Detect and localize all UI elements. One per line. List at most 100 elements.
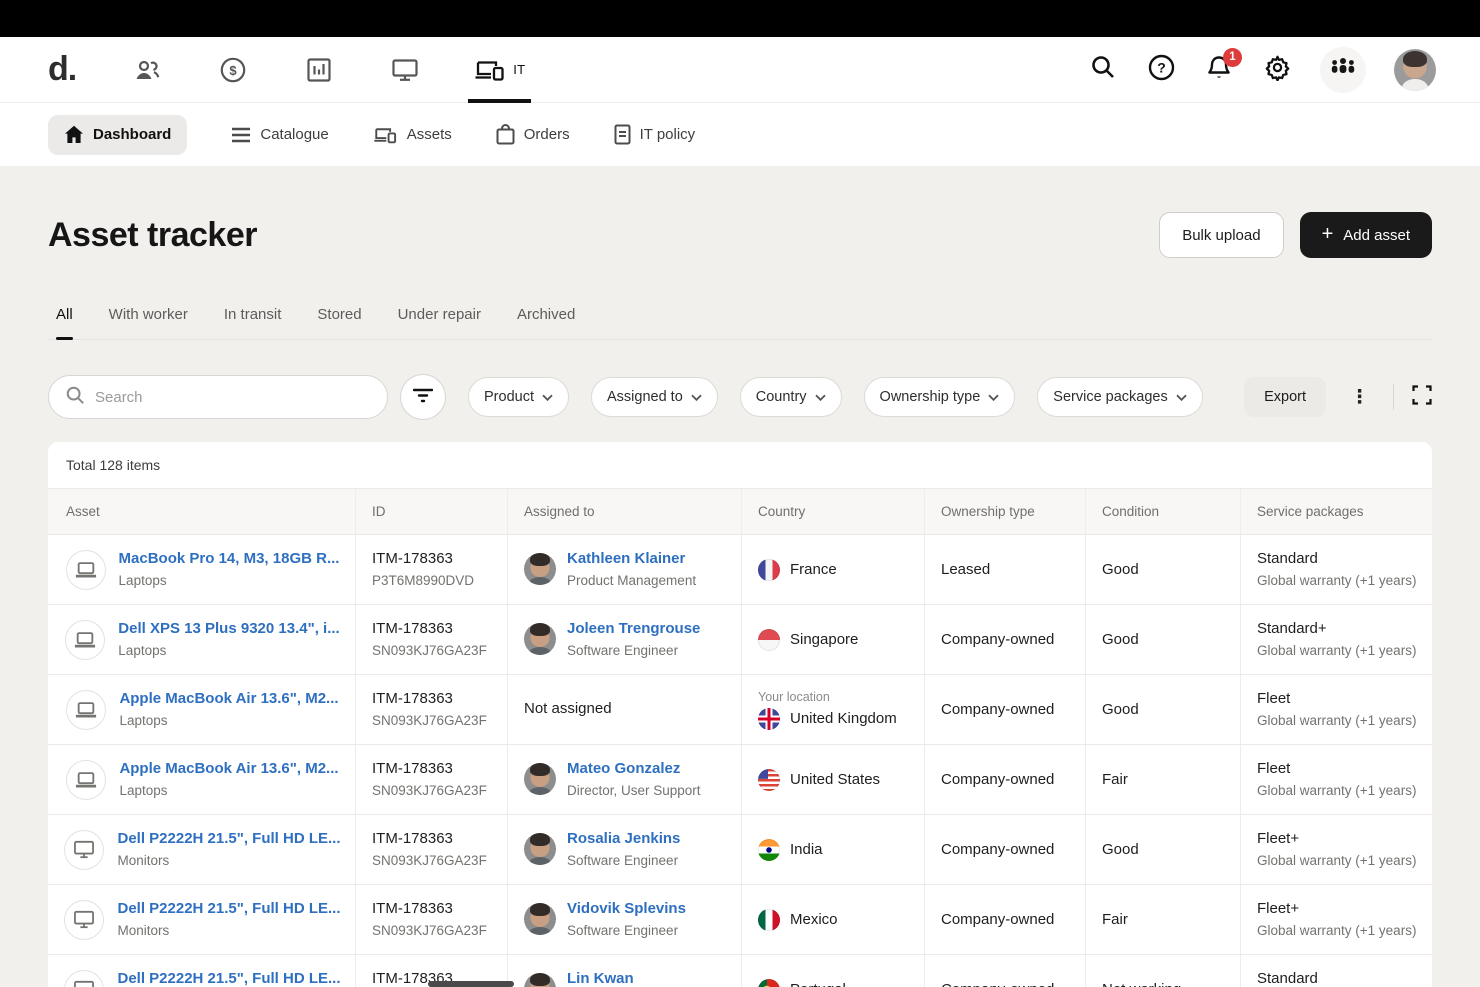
svg-text:$: $ [230, 63, 238, 78]
more-options-icon[interactable]: ⋮ [1344, 384, 1375, 411]
asset-link[interactable]: Dell XPS 13 Plus 9320 13.4", i... [118, 619, 339, 639]
table-row[interactable]: Dell XPS 13 Plus 9320 13.4", i... Laptop… [48, 605, 1432, 675]
nav-monitor[interactable] [382, 37, 428, 102]
chevron-down-icon [815, 389, 826, 405]
page-title: Asset tracker [48, 216, 257, 255]
asset-serial: SN093KJ76GA23F [372, 712, 491, 730]
col-service-packages[interactable]: Service packages [1240, 489, 1432, 534]
nav-it[interactable]: IT [468, 37, 531, 102]
table-row[interactable]: Apple MacBook Air 13.6", M2... Laptops I… [48, 745, 1432, 815]
add-asset-button[interactable]: + Add asset [1300, 212, 1432, 258]
assignee-link[interactable]: Kathleen Klainer [567, 549, 696, 569]
filter-service-packages[interactable]: Service packages [1037, 377, 1202, 417]
col-condition[interactable]: Condition [1085, 489, 1240, 534]
assignee-link[interactable]: Rosalia Jenkins [567, 829, 680, 849]
assignee-link[interactable]: Lin Kwan [567, 969, 669, 987]
not-assigned-label: Not assigned [524, 699, 725, 719]
col-asset[interactable]: Asset [48, 489, 355, 534]
assignee-link[interactable]: Joleen Trengrouse [567, 619, 700, 639]
tab-under-repair[interactable]: Under repair [398, 298, 481, 339]
asset-type-icon [66, 690, 106, 730]
table-row[interactable]: MacBook Pro 14, M3, 18GB R... Laptops IT… [48, 535, 1432, 605]
devices-icon [373, 125, 398, 145]
deel-logo[interactable]: d. [48, 50, 84, 89]
asset-link[interactable]: Dell P2222H 21.5", Full HD LE... [117, 969, 340, 987]
ownership-type: Leased [924, 535, 1085, 604]
asset-link[interactable]: Dell P2222H 21.5", Full HD LE... [117, 829, 340, 849]
filter-assigned-to-label: Assigned to [607, 389, 683, 405]
people-icon [133, 58, 161, 82]
condition: Fair [1085, 885, 1240, 954]
table-row[interactable]: Dell P2222H 21.5", Full HD LE... Monitor… [48, 955, 1432, 987]
table-row[interactable]: Dell P2222H 21.5", Full HD LE... Monitor… [48, 815, 1432, 885]
team-button[interactable] [1320, 47, 1366, 93]
condition: Good [1085, 675, 1240, 744]
filter-assigned-to[interactable]: Assigned to [591, 377, 718, 417]
col-country[interactable]: Country [741, 489, 924, 534]
svg-text:?: ? [1157, 59, 1166, 75]
subnav-catalogue[interactable]: Catalogue [231, 126, 328, 143]
notifications-button[interactable]: 1 [1204, 55, 1234, 85]
tab-stored[interactable]: Stored [317, 298, 361, 339]
help-button[interactable]: ? [1146, 55, 1176, 85]
bulk-upload-button[interactable]: Bulk upload [1159, 212, 1283, 258]
asset-category: Monitors [117, 852, 340, 870]
assignee-link[interactable]: Vidovik Splevins [567, 899, 686, 919]
monitor-icon [391, 57, 419, 83]
col-assigned-to[interactable]: Assigned to [507, 489, 741, 534]
menu-icon [231, 127, 251, 143]
asset-link[interactable]: Apple MacBook Air 13.6", M2... [119, 689, 338, 709]
asset-serial: SN093KJ76GA23F [372, 782, 491, 800]
tab-in-transit[interactable]: In transit [224, 298, 282, 339]
profile-avatar[interactable] [1394, 49, 1436, 91]
service-detail: Global warranty (+1 years) [1257, 922, 1429, 940]
it-label: IT [513, 62, 525, 77]
fullscreen-icon[interactable] [1412, 385, 1432, 410]
export-button[interactable]: Export [1244, 377, 1326, 417]
filter-button[interactable] [400, 374, 446, 420]
document-icon [614, 124, 631, 145]
filter-ownership-type[interactable]: Ownership type [864, 377, 1016, 417]
asset-link[interactable]: Dell P2222H 21.5", Full HD LE... [117, 899, 340, 919]
nav-payments[interactable]: $ [210, 37, 256, 102]
service-tier: Fleet [1257, 759, 1429, 779]
asset-serial: P3T6M8990DVD [372, 572, 491, 590]
nav-analytics[interactable] [296, 37, 342, 102]
tab-archived[interactable]: Archived [517, 298, 575, 339]
table-header: Asset ID Assigned to Country Ownership t… [48, 489, 1432, 535]
filter-country[interactable]: Country [740, 377, 842, 417]
asset-serial: SN093KJ76GA23F [372, 852, 491, 870]
search-button[interactable] [1088, 55, 1118, 85]
total-count: Total 128 items [48, 442, 1432, 489]
col-ownership-type[interactable]: Ownership type [924, 489, 1085, 534]
asset-table-card: Total 128 items Asset ID Assigned to Cou… [48, 442, 1432, 987]
subnav-dashboard[interactable]: Dashboard [48, 115, 187, 155]
window-chrome-bar [0, 0, 1480, 37]
tab-all[interactable]: All [56, 298, 73, 339]
settings-button[interactable] [1262, 55, 1292, 85]
subnav-orders[interactable]: Orders [496, 124, 570, 145]
table-row[interactable]: Apple MacBook Air 13.6", M2... Laptops I… [48, 675, 1432, 745]
search-icon [1090, 54, 1116, 85]
filter-product[interactable]: Product [468, 377, 569, 417]
search-input[interactable] [95, 389, 371, 406]
filter-country-label: Country [756, 389, 807, 405]
col-id[interactable]: ID [355, 489, 507, 534]
asset-category: Monitors [117, 922, 340, 940]
country-name: Mexico [790, 911, 838, 928]
subnav-assets[interactable]: Assets [373, 125, 452, 145]
avatar [524, 553, 556, 585]
horizontal-scrollbar-thumb[interactable] [428, 981, 514, 987]
assignee-link[interactable]: Mateo Gonzalez [567, 759, 701, 779]
asset-category: Laptops [118, 642, 339, 660]
nav-people[interactable] [124, 37, 170, 102]
tab-with-worker[interactable]: With worker [109, 298, 188, 339]
country-name: Portugal [790, 981, 846, 987]
asset-link[interactable]: Apple MacBook Air 13.6", M2... [119, 759, 338, 779]
subnav-it-policy[interactable]: IT policy [614, 124, 696, 145]
search-field[interactable] [48, 375, 388, 419]
status-tabs: All With worker In transit Stored Under … [48, 298, 1432, 340]
asset-link[interactable]: MacBook Pro 14, M3, 18GB R... [119, 549, 340, 569]
table-row[interactable]: Dell P2222H 21.5", Full HD LE... Monitor… [48, 885, 1432, 955]
dollar-icon: $ [220, 57, 246, 83]
